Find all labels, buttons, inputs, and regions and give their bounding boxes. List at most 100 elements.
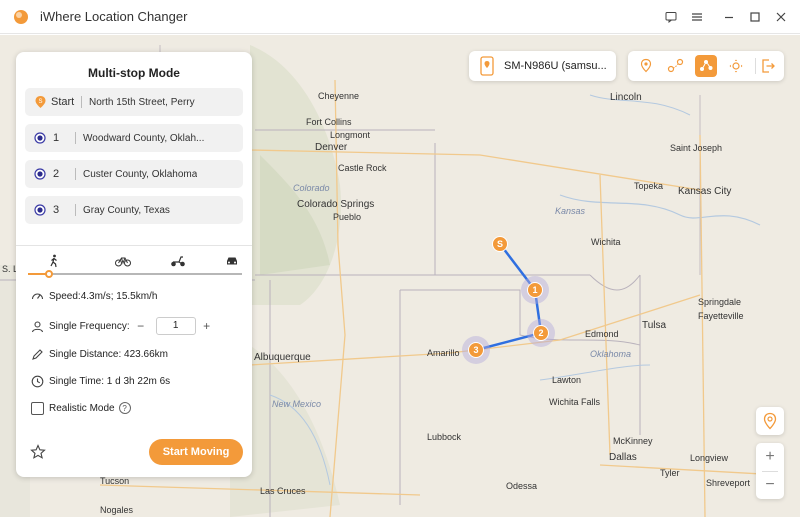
location-pin-icon — [763, 412, 777, 430]
frequency-decrement-button[interactable]: − — [134, 319, 148, 333]
city-label: Wichita — [591, 237, 621, 247]
menu-icon[interactable] — [686, 6, 708, 28]
stop-marker-3[interactable]: 3 — [468, 342, 484, 358]
clock-icon — [31, 375, 44, 388]
city-label: Springdale — [698, 297, 742, 307]
city-label: Edmond — [585, 329, 619, 339]
scooter-icon[interactable] — [168, 252, 188, 270]
car-icon[interactable] — [222, 252, 242, 270]
title-bar: iWhere Location Changer — [0, 0, 800, 34]
walk-icon[interactable] — [44, 252, 64, 270]
region-label: Kansas — [555, 206, 586, 216]
phone-icon — [480, 56, 494, 76]
stop-row-start[interactable]: S Start North 15th Street, Perry — [25, 88, 243, 116]
stop-separator — [75, 168, 76, 180]
toolbar-separator — [755, 58, 756, 74]
teleport-mode-icon[interactable] — [635, 55, 657, 77]
speed-slider-handle[interactable] — [45, 270, 54, 278]
stop-separator — [81, 96, 82, 108]
start-moving-button[interactable]: Start Moving — [149, 439, 243, 465]
minimize-icon[interactable] — [718, 6, 740, 28]
city-label: Wichita Falls — [549, 397, 601, 407]
city-label: Denver — [315, 142, 348, 153]
multi-stop-panel: Multi-stop Mode S Start North 15th Stree… — [16, 52, 252, 477]
frequency-increment-button[interactable]: + — [200, 319, 214, 333]
city-label: Longview — [690, 453, 729, 463]
zoom-out-button[interactable]: − — [756, 471, 784, 499]
stop-dot-icon — [33, 167, 47, 181]
stop-row-3[interactable]: 3 Gray County, Texas — [25, 196, 243, 224]
city-label: Tyler — [660, 468, 680, 478]
city-label: Nogales — [100, 505, 134, 515]
panel-divider — [16, 245, 252, 246]
realistic-mode-checkbox[interactable] — [31, 401, 44, 415]
multi-stop-mode-icon[interactable] — [695, 55, 717, 77]
help-icon[interactable]: ? — [118, 402, 131, 414]
stop-marker-1[interactable]: 1 — [527, 282, 543, 298]
city-label: Kansas City — [678, 186, 732, 197]
user-icon — [31, 320, 44, 333]
city-label: Cheyenne — [318, 91, 360, 101]
speed-row: Speed:4.3m/s; 15.5km/h — [31, 288, 157, 304]
travel-mode-selector — [26, 252, 242, 270]
device-name: SM-N986U (samsu... — [504, 60, 607, 72]
stop-label: 1 — [53, 132, 60, 144]
city-label: Fort Collins — [306, 117, 352, 127]
time-text: Single Time: 1 d 3h 22m 6s — [49, 375, 171, 387]
region-label: Colorado — [293, 183, 330, 193]
city-label: Las Cruces — [260, 486, 306, 496]
stop-address: Gray County, Texas — [83, 204, 170, 216]
device-selector[interactable]: SM-N986U (samsu... — [469, 51, 616, 81]
city-label: Odessa — [506, 481, 538, 491]
city-label: Lawton — [552, 375, 582, 385]
stop-row-1[interactable]: 1 Woodward County, Oklah... — [25, 124, 243, 152]
app-logo-icon — [14, 10, 28, 24]
start-pin-icon: S — [33, 95, 47, 109]
speed-text: Speed:4.3m/s; 15.5km/h — [49, 290, 158, 302]
stop-label: Start — [51, 96, 75, 108]
stop-address: Custer County, Oklahoma — [83, 168, 198, 180]
city-label: Lincoln — [610, 92, 642, 103]
joystick-mode-icon[interactable] — [725, 55, 747, 77]
app-title: iWhere Location Changer — [40, 9, 188, 24]
stop-address: North 15th Street, Perry — [89, 96, 195, 108]
stop-dot-icon — [33, 203, 47, 217]
zoom-controls: + − — [756, 443, 784, 499]
speed-slider[interactable] — [28, 270, 242, 278]
maximize-icon[interactable] — [744, 6, 766, 28]
start-marker[interactable]: S — [492, 236, 508, 252]
distance-text: Single Distance: 423.66km — [49, 348, 168, 360]
city-label: Lubbock — [427, 432, 462, 442]
realistic-mode-row: Realistic Mode ? — [31, 400, 131, 416]
city-label: Colorado Springs — [297, 199, 375, 210]
stop-label: 2 — [53, 168, 60, 180]
speedometer-icon — [31, 290, 44, 303]
exit-icon[interactable] — [757, 55, 779, 77]
stop-dot-icon — [33, 131, 47, 145]
city-label: Tulsa — [642, 320, 667, 331]
stop-separator — [75, 204, 76, 216]
stop-marker-2[interactable]: 2 — [533, 325, 549, 341]
city-label: Saint Joseph — [670, 143, 723, 153]
frequency-input[interactable]: 1 — [155, 317, 196, 335]
mode-toolbar — [628, 51, 784, 81]
feedback-icon[interactable] — [660, 6, 682, 28]
city-label: Fayetteville — [698, 311, 744, 321]
frequency-label: Single Frequency: — [49, 320, 130, 332]
close-icon[interactable] — [770, 6, 792, 28]
realistic-mode-label: Realistic Mode — [49, 402, 115, 414]
frequency-row: Single Frequency: − 1 + — [31, 316, 214, 336]
bicycle-icon[interactable] — [113, 252, 133, 270]
locate-me-button[interactable] — [756, 407, 784, 435]
stop-address: Woodward County, Oklah... — [83, 132, 205, 144]
region-label: Oklahoma — [590, 349, 632, 359]
city-label: Pueblo — [333, 212, 362, 222]
stop-row-2[interactable]: 2 Custer County, Oklahoma — [25, 160, 243, 188]
city-label: Albuquerque — [254, 352, 311, 363]
zoom-in-button[interactable]: + — [756, 443, 784, 471]
one-stop-mode-icon[interactable] — [665, 55, 687, 77]
stop-label: 3 — [53, 204, 60, 216]
city-label: Dallas — [609, 452, 637, 463]
city-label: Longmont — [330, 130, 371, 140]
star-icon[interactable] — [30, 444, 46, 460]
